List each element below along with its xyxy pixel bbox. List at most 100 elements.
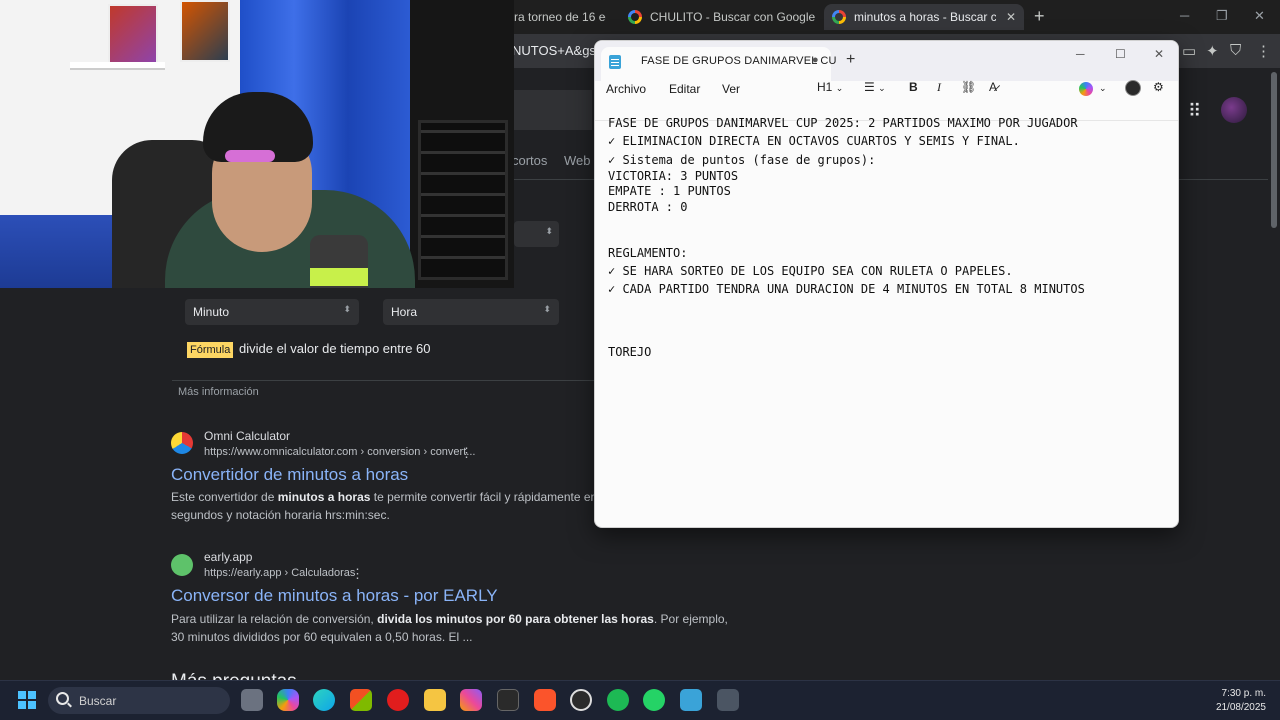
notepad-tab-title: FASE DE GRUPOS DANIMARVEL CU bbox=[641, 55, 837, 67]
formula-text: divide el valor de tiempo entre 60 bbox=[239, 341, 431, 356]
browser-tab-minutos[interactable]: minutos a horas - Buscar con Go ✕ bbox=[824, 4, 1024, 30]
text-line: EMPATE : 1 PUNTOS bbox=[608, 184, 731, 198]
list-icon[interactable]: ☰ ⌄ bbox=[864, 80, 886, 94]
webcam-microphone-band bbox=[310, 268, 368, 286]
gemini-icon[interactable]: ✦ bbox=[1206, 42, 1219, 60]
menu-editar[interactable]: Editar bbox=[669, 82, 700, 96]
scrollbar-thumb[interactable] bbox=[1271, 72, 1277, 228]
result-site-name[interactable]: early.app bbox=[204, 550, 252, 564]
address-bar-text[interactable]: NUTOS+A&gs_l bbox=[512, 43, 606, 58]
snippet-text: Este convertidor de bbox=[171, 490, 278, 504]
result-snippet-line2: segundos y notación horaria hrs:min:sec. bbox=[171, 508, 390, 522]
spotify-icon[interactable] bbox=[607, 689, 629, 711]
close-tab-icon[interactable]: ✕ bbox=[1006, 10, 1016, 24]
browser-tab-torneo[interactable]: ra torneo de 16 equ bbox=[506, 4, 606, 30]
account-avatar[interactable] bbox=[1221, 97, 1247, 123]
conv-top-select[interactable]: ⬍ bbox=[514, 221, 559, 247]
close-window-icon[interactable]: ✕ bbox=[1254, 8, 1265, 24]
google-apps-icon[interactable]: ⠿ bbox=[1188, 101, 1201, 122]
edge-icon[interactable] bbox=[313, 689, 335, 711]
snippet-text: . Por ejemplo, bbox=[653, 612, 728, 626]
cast-icon[interactable]: ▭ bbox=[1182, 42, 1196, 60]
heading-select[interactable]: H1 ⌄ bbox=[817, 80, 843, 94]
chevron-down-icon: ⌄ bbox=[835, 83, 844, 93]
instagram-icon[interactable] bbox=[460, 689, 482, 711]
minimize-icon[interactable]: ─ bbox=[1180, 8, 1189, 23]
more-info-link[interactable]: Más información bbox=[178, 386, 259, 398]
clock-date: 21/08/2025 bbox=[1215, 702, 1266, 713]
result-url[interactable]: https://www.omnicalculator.com › convers… bbox=[204, 446, 475, 458]
menu-ver[interactable]: Ver bbox=[722, 82, 740, 96]
clear-format-icon[interactable]: A̷ bbox=[989, 80, 997, 94]
to-unit-select[interactable]: Hora ⬍ bbox=[383, 299, 559, 325]
text-line: ✓ ELIMINACION DIRECTA EN OCTAVOS CUARTOS… bbox=[608, 134, 1020, 148]
user-avatar[interactable] bbox=[1125, 80, 1141, 96]
calculator-icon[interactable] bbox=[717, 689, 739, 711]
early-favicon-icon bbox=[171, 554, 193, 576]
menu-icon[interactable]: ⋮ bbox=[1256, 42, 1271, 60]
more-options-icon[interactable]: ⋮ bbox=[460, 445, 473, 461]
snippet-bold: minutos a horas bbox=[277, 490, 371, 504]
copilot-icon[interactable] bbox=[277, 689, 299, 711]
text-line: TOREJO bbox=[608, 345, 652, 359]
google-icon bbox=[628, 10, 642, 24]
whatsapp-icon[interactable] bbox=[643, 689, 665, 711]
taskbar-clock[interactable]: 7:30 p. m. 21/08/2025 bbox=[1196, 687, 1266, 715]
select-arrow-icon: ⬍ bbox=[543, 304, 551, 314]
youtube-icon[interactable] bbox=[387, 689, 409, 711]
tab-shorts[interactable]: cortos bbox=[512, 153, 547, 168]
notepad-window[interactable]: FASE DE GRUPOS DANIMARVEL CU ● + ─ ☐ ✕ A… bbox=[594, 40, 1179, 528]
settings-gear-icon[interactable]: ⚙ bbox=[1153, 80, 1164, 94]
close-icon[interactable]: ✕ bbox=[1154, 47, 1164, 61]
result-snippet: Este convertidor de minutos a horas te p… bbox=[171, 488, 595, 506]
formula-badge: Fórmula bbox=[187, 342, 234, 358]
file-manager-icon[interactable] bbox=[241, 689, 263, 711]
snippet-text: Para utilizar la relación de conversión, bbox=[171, 612, 378, 626]
omni-favicon-icon bbox=[171, 432, 193, 454]
new-tab-button[interactable]: + bbox=[846, 51, 855, 69]
text-line: ✓ Sistema de puntos (fase de grupos): bbox=[608, 153, 876, 167]
result-site-name[interactable]: Omni Calculator bbox=[204, 429, 290, 443]
result-snippet: Para utilizar la relación de conversión,… bbox=[171, 610, 731, 628]
minimize-icon[interactable]: ─ bbox=[1076, 47, 1085, 61]
select-arrow-icon: ⬍ bbox=[343, 304, 351, 314]
result-url[interactable]: https://early.app › Calculadoras bbox=[204, 567, 355, 579]
more-options-icon[interactable]: ⋮ bbox=[351, 566, 364, 582]
from-unit-label: Minuto bbox=[193, 305, 230, 319]
obs-icon[interactable] bbox=[570, 689, 592, 711]
result-title[interactable]: Conversor de minutos a horas - por EARLY bbox=[171, 586, 498, 606]
webcam-cap-band bbox=[225, 150, 275, 162]
notepad-icon[interactable] bbox=[680, 689, 702, 711]
text-line: ✓ CADA PARTIDO TENDRA UNA DURACION DE 4 … bbox=[608, 282, 1085, 296]
bold-icon[interactable]: B bbox=[909, 80, 918, 94]
tab-web[interactable]: Web bbox=[564, 153, 591, 168]
maximize-icon[interactable]: ☐ bbox=[1115, 47, 1126, 61]
to-unit-label: Hora bbox=[391, 305, 418, 319]
brave-icon[interactable] bbox=[534, 689, 556, 711]
copilot-icon[interactable] bbox=[1079, 82, 1093, 96]
clock-time: 7:30 p. m. bbox=[1221, 688, 1266, 699]
italic-icon[interactable]: I bbox=[937, 80, 941, 95]
link-icon[interactable]: ⛓ bbox=[961, 80, 976, 94]
browser-tab-chulito[interactable]: CHULITO - Buscar con Google bbox=[620, 4, 820, 30]
tab-label: ra torneo de 16 equ bbox=[514, 10, 606, 24]
search-box[interactable] bbox=[512, 90, 592, 130]
new-tab-button[interactable]: + bbox=[1034, 6, 1045, 27]
restore-icon[interactable]: ❐ bbox=[1216, 8, 1228, 24]
from-unit-select[interactable]: Minuto ⬍ bbox=[185, 299, 359, 325]
folder-icon[interactable] bbox=[424, 689, 446, 711]
desktop: ra torneo de 16 equ CHULITO - Buscar con… bbox=[0, 0, 1280, 720]
text-line: ✓ SE HARA SORTEO DE LOS EQUIPO SEA CON R… bbox=[608, 264, 1013, 278]
shield-icon[interactable]: ⛉ bbox=[1230, 42, 1241, 59]
menu-archivo[interactable]: Archivo bbox=[606, 82, 646, 96]
unsaved-dot-icon[interactable]: ● bbox=[812, 54, 819, 66]
notepad-app-icon bbox=[609, 55, 621, 69]
taskbar-search[interactable] bbox=[48, 687, 230, 714]
store-icon[interactable] bbox=[350, 689, 372, 711]
divider bbox=[172, 380, 594, 381]
text-line: FASE DE GRUPOS DANIMARVEL CUP 2025: 2 PA… bbox=[608, 116, 1078, 130]
epic-games-icon[interactable] bbox=[497, 689, 519, 711]
chevron-down-icon[interactable]: ⌄ bbox=[1099, 83, 1107, 94]
windows-start-icon[interactable] bbox=[18, 691, 36, 709]
result-title[interactable]: Convertidor de minutos a horas bbox=[171, 465, 408, 485]
